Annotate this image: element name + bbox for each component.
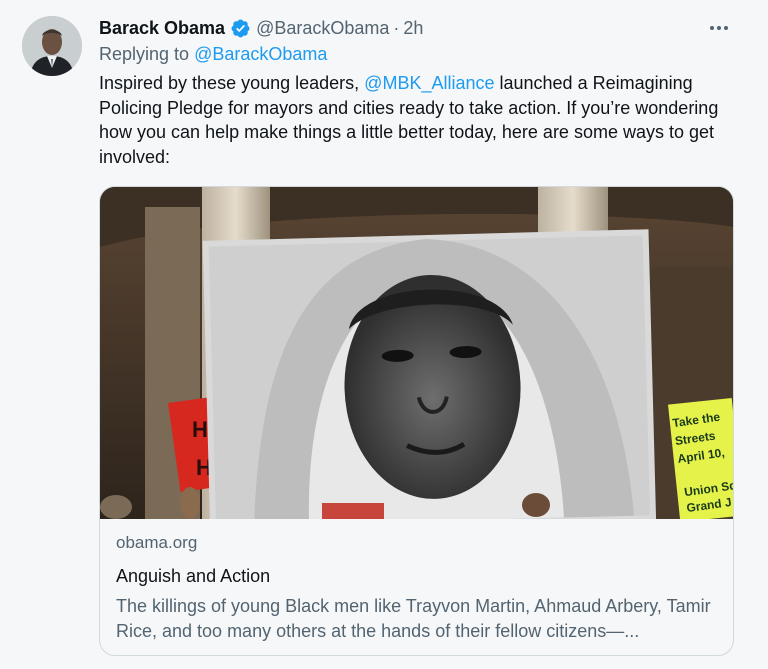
- card-description: The killings of young Black men like Tra…: [116, 596, 711, 641]
- verified-badge-icon: [230, 18, 251, 39]
- timestamp[interactable]: 2h: [403, 18, 423, 39]
- card-image[interactable]: H H Take the Streets April 10, Union Sq …: [100, 187, 733, 519]
- link-card[interactable]: H H Take the Streets April 10, Union Sq …: [99, 186, 734, 656]
- card-title[interactable]: Anguish and Action: [116, 564, 719, 588]
- svg-text:H: H: [192, 417, 208, 442]
- tweet-text: Inspired by these young leaders, @MBK_Al…: [99, 71, 739, 169]
- avatar[interactable]: [22, 16, 82, 76]
- replying-handle-link[interactable]: @BarackObama: [194, 44, 327, 64]
- tweet-header: Barack Obama @BarackObama · 2h: [99, 16, 423, 40]
- author-handle[interactable]: @BarackObama: [256, 18, 389, 39]
- mention-link[interactable]: @MBK_Alliance: [364, 73, 494, 93]
- tweet[interactable]: Barack Obama @BarackObama · 2h Replying …: [0, 0, 768, 669]
- replying-to: Replying to @BarackObama: [99, 44, 327, 65]
- tweet-text-part-1: Inspired by these young leaders,: [99, 73, 365, 93]
- card-meta: obama.org Anguish and Action The killing…: [116, 530, 719, 644]
- avatar-image: [22, 16, 82, 76]
- author-name[interactable]: Barack Obama: [99, 18, 225, 39]
- separator-dot: ·: [393, 17, 400, 38]
- more-options-icon[interactable]: [704, 14, 734, 42]
- card-domain: obama.org: [116, 533, 198, 552]
- replying-prefix: Replying to: [99, 44, 195, 64]
